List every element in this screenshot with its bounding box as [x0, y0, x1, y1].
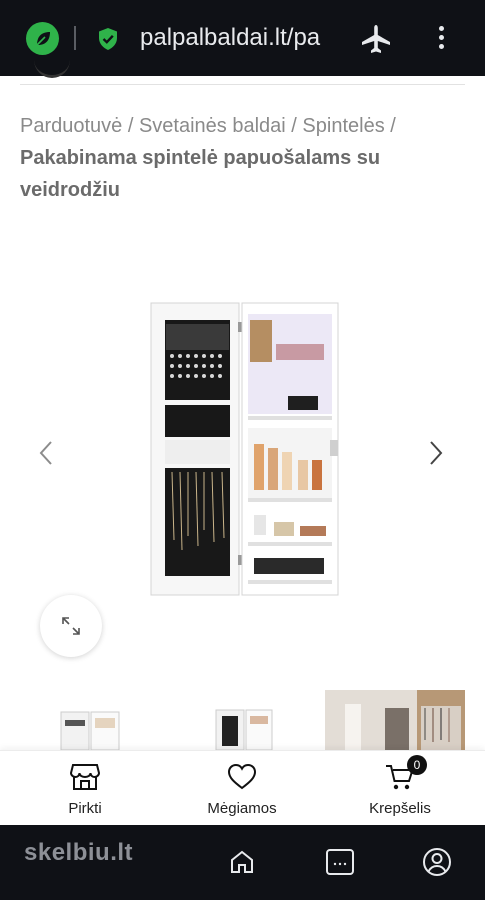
- nav-cart-button[interactable]: 0 Krepšelis: [330, 755, 470, 817]
- thumbnail-2[interactable]: [210, 690, 280, 750]
- product-gallery: [0, 280, 485, 610]
- toolbar-divider: [74, 26, 76, 50]
- url-bar[interactable]: palpalbaldai.lt/pa: [140, 24, 340, 52]
- account-icon[interactable]: [422, 847, 452, 882]
- tabs-icon[interactable]: [325, 848, 355, 881]
- nav-favorites-label: Mėgiamos: [207, 800, 277, 817]
- breadcrumb-link-living-room[interactable]: Svetainės baldai: [139, 115, 286, 137]
- breadcrumb-current: Pakabinama spintelė papuošalams su veidr…: [20, 147, 381, 201]
- thumbnail-3[interactable]: [325, 690, 465, 750]
- breadcrumb: Parduotuvė / Svetainės baldai / Spintelė…: [20, 110, 465, 206]
- skelbiu-watermark: skelbiu.lt: [24, 839, 134, 866]
- system-navigation-bar: skelbiu.lt: [0, 825, 485, 900]
- leaf-icon[interactable]: [26, 22, 59, 55]
- chevron-right-icon[interactable]: [428, 440, 444, 471]
- header-divider: [20, 84, 465, 85]
- breadcrumb-link-cabinets[interactable]: Spintelės: [302, 115, 384, 137]
- bottom-navigation: Pirkti Mėgiamos 0 Krepšelis: [0, 750, 485, 825]
- breadcrumb-separator: /: [384, 115, 396, 137]
- shield-check-icon[interactable]: [97, 27, 119, 56]
- jewelry-cabinet-image[interactable]: [150, 300, 340, 596]
- airplane-icon[interactable]: [360, 24, 392, 59]
- chevron-left-icon[interactable]: [38, 440, 54, 471]
- heart-icon: [227, 763, 257, 790]
- nav-shop-button[interactable]: Pirkti: [15, 763, 155, 817]
- breadcrumb-separator: /: [122, 115, 139, 137]
- breadcrumb-separator: /: [285, 115, 303, 137]
- expand-icon[interactable]: [40, 595, 102, 657]
- browser-toolbar: palpalbaldai.lt/pa: [0, 0, 485, 76]
- nav-cart-label: Krepšelis: [369, 800, 431, 817]
- breadcrumb-link-shop[interactable]: Parduotuvė: [20, 115, 122, 137]
- store-icon: [69, 764, 101, 790]
- home-icon[interactable]: [229, 849, 255, 880]
- cart-count-badge: 0: [407, 755, 427, 775]
- more-options-icon[interactable]: [433, 26, 449, 52]
- thumbnail-1[interactable]: [55, 690, 125, 750]
- nav-shop-label: Pirkti: [68, 800, 102, 817]
- nav-favorites-button[interactable]: Mėgiamos: [172, 763, 312, 817]
